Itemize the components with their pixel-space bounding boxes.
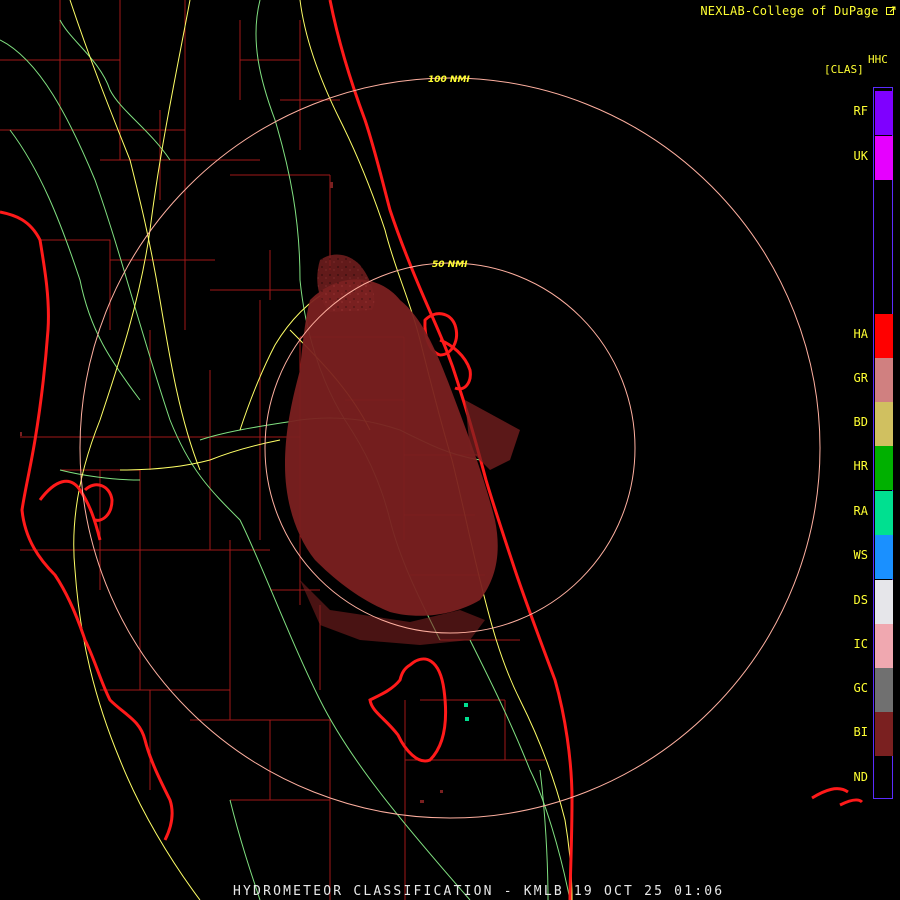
legend-swatch-bd [875, 402, 893, 446]
legend-label-gc: GC [853, 681, 868, 695]
legend-label-hr: HR [853, 459, 868, 473]
legend-swatch-ic [875, 624, 893, 668]
credit-text: NEXLAB-College of DuPage [700, 4, 879, 18]
legend-swatch-gr [875, 358, 893, 402]
rain-echo [464, 703, 469, 721]
legend-swatch-hr [875, 446, 893, 490]
legend-swatch-ha [875, 314, 893, 358]
external-link-icon [886, 6, 896, 15]
range-ring-label-50: 50 NMI [432, 260, 468, 270]
legend-label-bd: BD [853, 415, 868, 429]
range-ring-label-100: 100 NMI [428, 75, 470, 85]
legend-label-gr: GR [853, 371, 868, 385]
legend-label-nd: ND [853, 770, 868, 784]
legend-swatch-ra [875, 491, 893, 535]
legend-color-bar [873, 87, 893, 799]
legend-swatch-gc [875, 668, 893, 712]
product-code: HHC [868, 53, 888, 66]
product-title: HYDROMETEOR CLASSIFICATION - KMLB 19 OCT… [233, 884, 725, 899]
legend-label-rf: RF [853, 104, 868, 118]
legend-label-ws: WS [853, 548, 868, 562]
legend-swatch-ds [875, 580, 893, 624]
legend-label-ra: RA [853, 504, 868, 518]
legend-swatch-uk [875, 136, 893, 180]
product-abbr: [CLAS] [824, 63, 864, 76]
legend-label-ds: DS [853, 593, 868, 607]
lake-outline [368, 657, 448, 763]
legend-swatch-rf [875, 91, 893, 135]
legend-swatch-bi [875, 712, 893, 756]
legend-swatch-ws [875, 535, 893, 579]
credit-link[interactable]: NEXLAB-College of DuPage [700, 4, 896, 18]
legend-label-ha: HA [853, 327, 868, 341]
legend-label-uk: UK [853, 149, 868, 163]
radar-map: 50 NMI 100 NMI [0, 0, 864, 900]
legend-label-bi: BI [853, 725, 868, 739]
legend-label-ic: IC [853, 637, 868, 651]
